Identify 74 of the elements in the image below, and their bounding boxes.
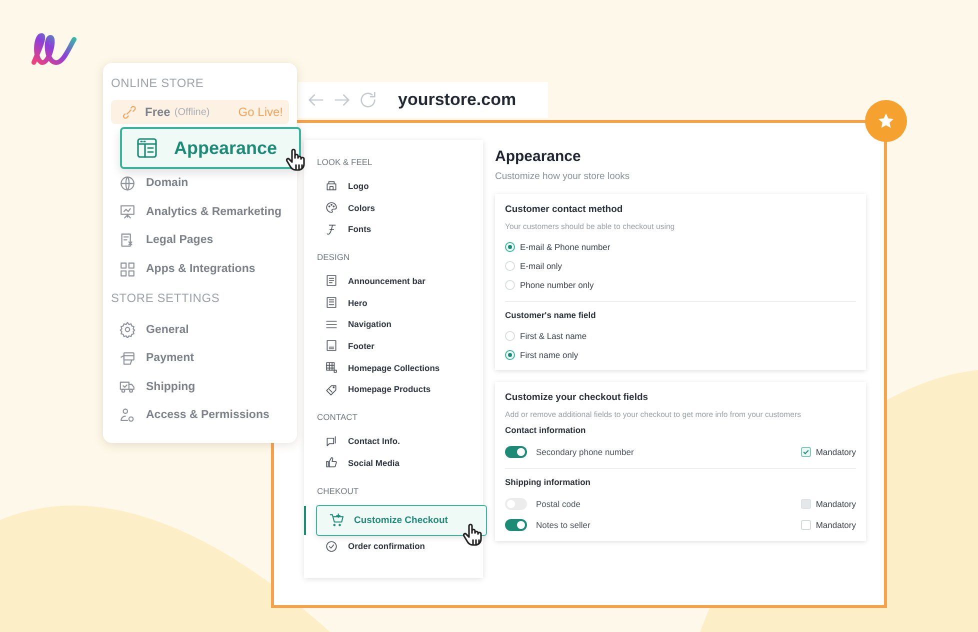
palette-icon [325, 201, 338, 214]
field-label: Notes to seller [536, 520, 592, 530]
option-label: E-mail & Phone number [520, 242, 610, 252]
plan-status: (Offline) [174, 106, 210, 118]
page-title: Appearance [495, 148, 582, 165]
section-heading: CONTACT [316, 411, 358, 424]
radio-button[interactable] [505, 242, 515, 252]
grid-icon [325, 361, 338, 374]
section-heading: LOOK & FEEL [316, 157, 374, 169]
checkbox-label: Mandatory [816, 520, 856, 530]
sidebar-item[interactable]: Fonts [315, 218, 483, 240]
group-heading: Contact information [505, 425, 587, 436]
font-icon [325, 222, 338, 236]
card-icon [119, 350, 136, 367]
menu-item[interactable]: General [111, 315, 289, 344]
section-heading: STORE SETTINGS [111, 290, 221, 308]
menu-item[interactable]: Legal Pages [111, 226, 289, 255]
grid-icon [119, 260, 136, 278]
option-label: First & Last name [520, 330, 587, 341]
checkbox[interactable] [800, 520, 811, 530]
group-heading: Shipping information [505, 477, 592, 488]
field-label: Postal code [536, 498, 582, 509]
option-label: E-mail only [520, 260, 562, 271]
address-text: yourstore.com [398, 90, 516, 110]
menu-item[interactable]: Access & Permissions [111, 401, 289, 430]
settings-icon [119, 321, 136, 338]
plan-label: Free [145, 105, 170, 119]
cart-icon [329, 512, 345, 528]
thumbs-up-icon [325, 456, 338, 470]
sidebar-item[interactable]: Social Media [315, 452, 483, 474]
store-icon [325, 179, 338, 192]
menu-item[interactable]: Analytics & Remarketing [111, 198, 289, 226]
menu-item[interactable]: Apps & Integrations [111, 254, 289, 284]
check-circle-icon [325, 540, 338, 553]
sidebar-item[interactable]: Hero [315, 292, 483, 314]
document-icon [325, 274, 338, 288]
option-label: Phone number only [520, 280, 594, 290]
menu-item[interactable]: Shipping [111, 372, 289, 402]
user-gear-icon [119, 406, 136, 424]
field-label: Secondary phone number [536, 446, 635, 457]
sidebar-item[interactable]: Contact Info. [315, 430, 483, 452]
chat-icon [325, 434, 338, 448]
toggle-switch[interactable] [505, 518, 527, 531]
toggle-switch[interactable] [505, 446, 527, 458]
sidebar-item[interactable]: Footer [315, 335, 483, 357]
menu-item[interactable]: Payment [111, 344, 289, 373]
sidebar-item[interactable]: Announcement bar [315, 270, 483, 292]
sidebar-item[interactable]: Colors [315, 196, 483, 218]
radio-button[interactable] [505, 350, 515, 360]
option-label: First name only [520, 350, 578, 360]
page-subtitle: Customize how your store looks [495, 171, 631, 182]
checkbox[interactable] [800, 446, 811, 457]
layout-icon [135, 136, 159, 160]
sidebar-item[interactable]: Logo [315, 175, 483, 197]
sidebar-item[interactable]: Navigation [315, 313, 483, 336]
link-icon [121, 104, 137, 120]
chart-board-icon [119, 203, 136, 220]
section-heading: CHEKOUT [316, 484, 360, 498]
sidebar-item[interactable]: Homepage Products [315, 378, 483, 400]
group-heading: Customer's name field [505, 310, 597, 320]
tag-icon [325, 382, 338, 396]
sidebar-item[interactable]: Homepage Collections [315, 356, 483, 378]
checkbox-label: Mandatory [816, 498, 856, 509]
card-title: Customer contact method [505, 204, 624, 215]
active-indicator [304, 506, 306, 535]
menu-item[interactable]: Domain [111, 169, 289, 198]
document-icon [325, 339, 338, 352]
section-heading: ONLINE STORE [111, 75, 205, 92]
refresh-icon[interactable] [358, 90, 378, 110]
checkbox-label: Mandatory [816, 446, 856, 457]
document-icon [325, 296, 338, 310]
section-heading: DESIGN [316, 251, 351, 264]
globe-icon [119, 174, 136, 192]
card-title: Customize your checkout fields [505, 392, 650, 404]
